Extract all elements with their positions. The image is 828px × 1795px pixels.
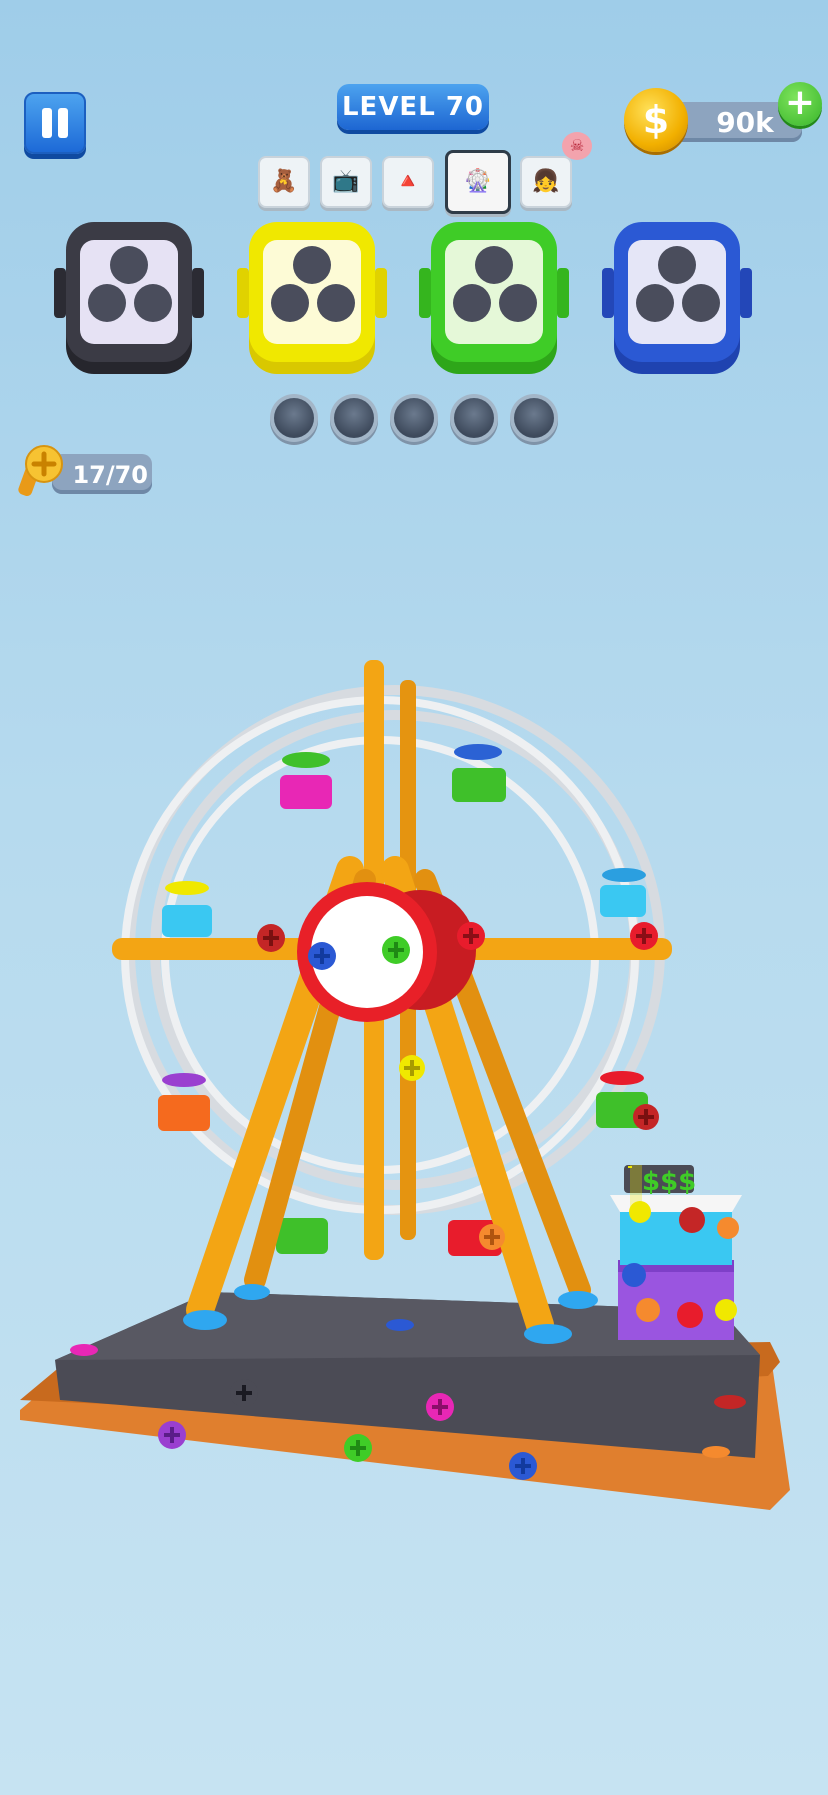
- booth-sign: $$$: [642, 1167, 696, 1197]
- screw[interactable]: [630, 922, 658, 950]
- screw[interactable]: [479, 1224, 505, 1250]
- gondola-orange: [158, 1073, 210, 1131]
- gondola-bottom-green: [276, 1218, 328, 1254]
- screw-box-black: [54, 222, 204, 374]
- screw[interactable]: [457, 922, 485, 950]
- skull-icon: ☠: [562, 132, 592, 160]
- screw[interactable]: [399, 1055, 425, 1081]
- stage-teddy-bear-icon: 🧸: [258, 156, 310, 208]
- screw[interactable]: [257, 924, 285, 952]
- gondola-green: [452, 744, 506, 802]
- empty-screw-slot: [514, 398, 554, 438]
- empty-screw-slot: [334, 398, 374, 438]
- ferris-wheel-model: $$$: [20, 660, 790, 1510]
- screw[interactable]: [344, 1434, 372, 1462]
- add-coins-button[interactable]: +: [778, 82, 822, 126]
- pause-icon: [42, 108, 52, 138]
- screw-counter: 17/70: [52, 454, 152, 494]
- screw[interactable]: [382, 936, 410, 964]
- coin-icon: $: [624, 88, 688, 152]
- empty-screw-slot: [394, 398, 434, 438]
- empty-screw-slot: [454, 398, 494, 438]
- pause-button[interactable]: [24, 92, 86, 154]
- stage-ferris-wheel-icon: 🎡: [445, 150, 511, 214]
- screw[interactable]: [308, 942, 336, 970]
- screw[interactable]: [633, 1104, 659, 1130]
- screw[interactable]: [509, 1452, 537, 1480]
- empty-screw-slot: [274, 398, 314, 438]
- stage-tv-icon: 📺: [320, 156, 372, 208]
- screw-box-green: [419, 222, 569, 374]
- screw[interactable]: [426, 1393, 454, 1421]
- screw[interactable]: [230, 1379, 258, 1407]
- gondola-magenta: [280, 752, 332, 809]
- stage-pyramid-icon: 🔺: [382, 156, 434, 208]
- level-label: LEVEL 70: [337, 84, 489, 130]
- screw-box-yellow: [237, 222, 387, 374]
- screw-box-blue: [602, 222, 752, 374]
- gondola-blue: [600, 868, 646, 917]
- screw[interactable]: [158, 1421, 186, 1449]
- stage-doll-icon: 👧: [520, 156, 572, 208]
- screw-icon: [18, 445, 63, 497]
- gondola-cyan: [162, 881, 212, 937]
